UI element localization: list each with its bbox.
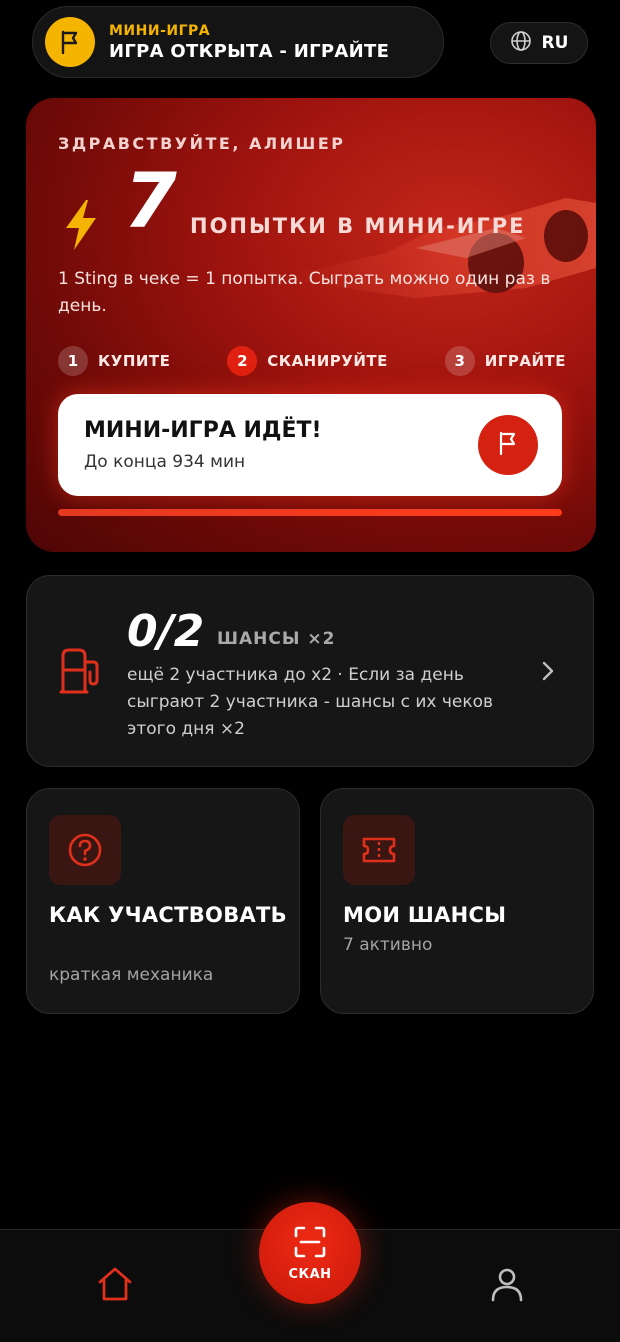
fuel-pump-icon [59,648,103,698]
chances-description: ещё 2 участника до x2 · Если за день сыг… [127,665,494,739]
steps-row: 1 КУПИТЕ 2 СКАНИРУЙТЕ 3 ИГРАЙТЕ [58,346,566,376]
minigame-card[interactable]: МИНИ-ИГРА ИДЁТ! До конца 934 мин [58,394,562,496]
minigame-kicker: МИНИ-ИГРА [109,22,211,39]
home-icon[interactable] [96,1266,134,1306]
chances-multiplier-label: ШАНСЫ ×2 [217,629,336,649]
minigame-countdown: До конца 934 мин [84,452,246,472]
step-label: СКАНИРУЙТЕ [267,352,388,370]
chances-ratio: 0/2 [127,606,205,657]
step-number: 2 [227,346,258,376]
ticket-icon [343,815,415,885]
question-icon [49,815,121,885]
scan-label: СКАН [288,1266,332,1282]
step-play: 3 ИГРАЙТЕ [444,346,566,376]
tile-title: МОИ ШАНСЫ [343,903,507,927]
tile-subtitle: краткая механика [49,965,214,985]
minigame-status-pill[interactable]: МИНИ-ИГРА ИГРА ОТКРЫТА - ИГРАЙТЕ [32,6,444,78]
progress-fill [58,509,562,516]
attempts-count: 7 [124,156,177,245]
step-number: 1 [58,346,88,376]
chances-card[interactable]: 0/2 ШАНСЫ ×2 ещё 2 участника до x2 · Есл… [26,575,594,767]
tile-subtitle: 7 активно [343,935,433,955]
step-label: ИГРАЙТЕ [484,352,566,370]
hero-card: ЗДРАВСТВУЙТЕ, АЛИШЕР 7 ПОПЫТКИ В МИНИ-ИГ… [26,98,596,552]
greeting: ЗДРАВСТВУЙТЕ, АЛИШЕР [58,134,346,153]
flag-icon [496,430,520,460]
profile-icon[interactable] [488,1266,526,1306]
minigame-progress-bar [58,509,562,516]
attempts-rule: 1 Sting в чеке = 1 попытка. Сыграть можн… [58,269,551,316]
step-buy: 1 КУПИТЕ [58,346,170,376]
flag-icon [45,17,95,67]
step-number: 3 [444,346,475,376]
how-to-participate-tile[interactable]: КАК УЧАСТВОВАТЬ краткая механика [26,788,300,1014]
minigame-title: МИНИ-ИГРА ИДЁТ! [84,418,322,443]
lightning-icon [62,200,100,254]
language-button[interactable]: RU [490,22,588,64]
step-label: КУПИТЕ [98,352,171,370]
language-label: RU [541,33,569,53]
minigame-status: ИГРА ОТКРЫТА - ИГРАЙТЕ [109,40,390,62]
scan-button[interactable]: СКАН [259,1202,361,1304]
tile-title: КАК УЧАСТВОВАТЬ [49,903,287,927]
attempts-label: ПОПЫТКИ В МИНИ-ИГРЕ [190,214,526,238]
step-scan: 2 СКАНИРУЙТЕ [227,346,388,376]
play-flag-button[interactable] [478,415,538,475]
chevron-right-icon [541,660,555,686]
globe-icon [510,30,532,56]
my-chances-tile[interactable]: МОИ ШАНСЫ 7 активно [320,788,594,1014]
scan-icon [293,1225,327,1263]
